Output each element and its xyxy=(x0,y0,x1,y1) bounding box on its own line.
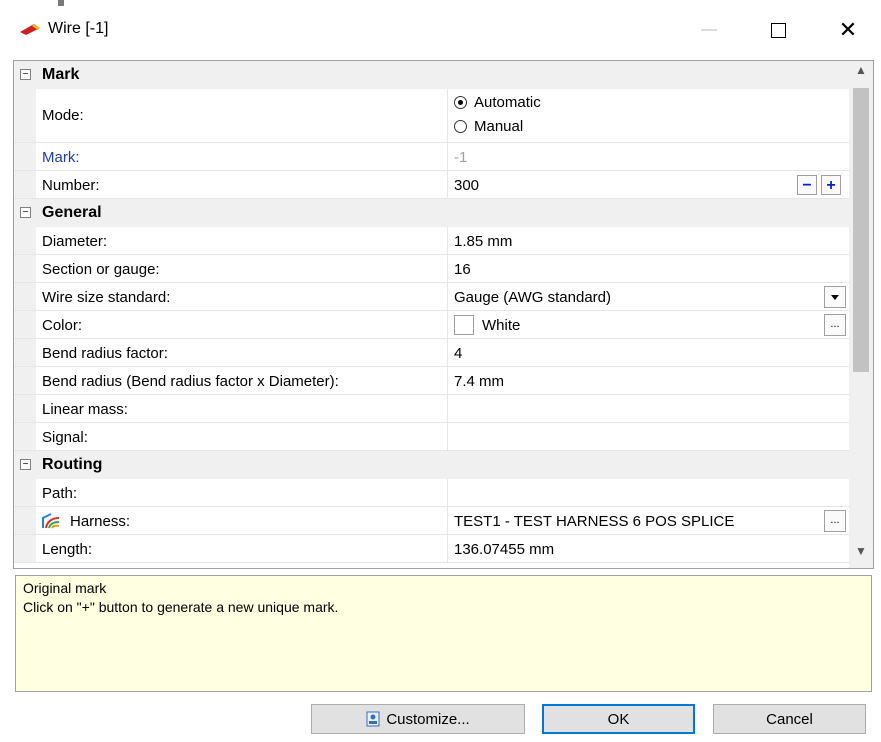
property-name: Linear mass: xyxy=(42,401,128,418)
category-label: General xyxy=(42,204,102,221)
property-row-number: Number: 300 − + xyxy=(14,171,849,199)
property-row-mark: Mark: -1 xyxy=(14,143,849,171)
property-value[interactable]: 4 xyxy=(454,345,462,362)
property-row-harness: Harness: TEST1 - TEST HARNESS 6 POS SPLI… xyxy=(14,507,849,535)
property-row-path: Path: xyxy=(14,479,849,507)
property-value[interactable]: Gauge (AWG standard) xyxy=(454,289,611,306)
property-value: -1 xyxy=(454,149,468,166)
property-name: Bend radius factor: xyxy=(42,345,168,362)
property-name: Mark: xyxy=(42,149,80,166)
radio-manual[interactable] xyxy=(454,120,467,133)
radio-automatic[interactable] xyxy=(454,96,467,109)
harness-icon xyxy=(42,513,60,529)
customize-icon xyxy=(366,711,380,727)
dropdown-arrow-icon[interactable] xyxy=(824,286,846,308)
maximize-icon[interactable] xyxy=(755,12,801,48)
category-routing[interactable]: − Routing xyxy=(14,451,849,479)
category-label: Routing xyxy=(42,456,103,473)
decrement-button[interactable]: − xyxy=(797,175,817,195)
property-name: Color: xyxy=(42,317,83,334)
property-value: 7.4 mm xyxy=(454,373,505,390)
property-name: Path: xyxy=(42,485,78,502)
title-bar: Wire [-1] ― ✕ xyxy=(0,0,881,58)
cancel-button[interactable]: Cancel xyxy=(713,704,866,734)
vertical-scrollbar[interactable]: ▲ ▼ xyxy=(849,61,873,568)
scroll-up-icon[interactable]: ▲ xyxy=(849,63,873,85)
background-strip xyxy=(58,0,64,6)
property-value[interactable]: White xyxy=(482,317,520,334)
category-label: Mark xyxy=(42,66,80,83)
property-row-linear-mass: Linear mass: xyxy=(14,395,849,423)
property-grid: − Mark Mode: Automatic Manual Mark: -1 N… xyxy=(13,60,874,569)
property-value: 136.07455 mm xyxy=(454,541,555,558)
property-value[interactable]: 1.85 mm xyxy=(454,233,512,250)
radio-label: Manual xyxy=(474,118,524,135)
property-row-signal: Signal: xyxy=(14,423,849,451)
property-row-color: Color: White ... xyxy=(14,311,849,339)
collapse-icon[interactable]: − xyxy=(20,69,31,80)
customize-button[interactable]: Customize... xyxy=(311,704,525,734)
property-value: TEST1 - TEST HARNESS 6 POS SPLICE xyxy=(454,513,735,530)
increment-button[interactable]: + xyxy=(821,175,841,195)
ok-button[interactable]: OK xyxy=(542,704,695,734)
property-row-wire-size: Wire size standard: Gauge (AWG standard) xyxy=(14,283,849,311)
browse-color-button[interactable]: ... xyxy=(824,314,846,336)
browse-harness-button[interactable]: ... xyxy=(824,510,846,532)
property-row-length: Length: 136.07455 mm xyxy=(14,535,849,563)
color-swatch xyxy=(454,315,474,335)
property-name: Number: xyxy=(42,177,100,194)
property-name: Section or gauge: xyxy=(42,261,160,278)
help-panel: Original mark Click on "+" button to gen… xyxy=(15,575,872,692)
property-value[interactable]: 16 xyxy=(454,261,471,278)
category-general[interactable]: − General xyxy=(14,199,849,227)
property-row-bend-factor: Bend radius factor: 4 xyxy=(14,339,849,367)
customize-label: Customize... xyxy=(386,710,470,728)
radio-label: Automatic xyxy=(474,94,541,111)
minimize-icon[interactable]: ― xyxy=(686,12,732,48)
collapse-icon[interactable]: − xyxy=(20,459,31,470)
property-name: Bend radius (Bend radius factor x Diamet… xyxy=(42,373,339,390)
property-name: Wire size standard: xyxy=(42,289,171,306)
scroll-down-icon[interactable]: ▼ xyxy=(849,544,873,566)
wire-dialog: Wire [-1] ― ✕ − Mark Mode: Automatic Man… xyxy=(0,0,881,742)
scroll-thumb[interactable] xyxy=(853,88,869,372)
category-mark[interactable]: − Mark xyxy=(14,61,849,89)
property-row-section: Section or gauge: 16 xyxy=(14,255,849,283)
help-text: Click on "+" button to generate a new un… xyxy=(23,599,339,615)
property-row-diameter: Diameter: 1.85 mm xyxy=(14,227,849,255)
property-name: Mode: xyxy=(42,107,84,124)
close-icon[interactable]: ✕ xyxy=(825,12,871,48)
property-name: Signal: xyxy=(42,429,88,446)
property-value[interactable]: 300 xyxy=(454,177,479,194)
collapse-icon[interactable]: − xyxy=(20,207,31,218)
property-name: Harness: xyxy=(70,513,131,530)
window-title: Wire [-1] xyxy=(48,20,109,37)
property-name: Length: xyxy=(42,541,93,558)
wire-icon xyxy=(20,24,40,35)
property-row-bend-radius: Bend radius (Bend radius factor x Diamet… xyxy=(14,367,849,395)
property-row-mode: Mode: Automatic Manual xyxy=(14,89,849,143)
property-name: Diameter: xyxy=(42,233,108,250)
help-title: Original mark xyxy=(23,580,107,596)
